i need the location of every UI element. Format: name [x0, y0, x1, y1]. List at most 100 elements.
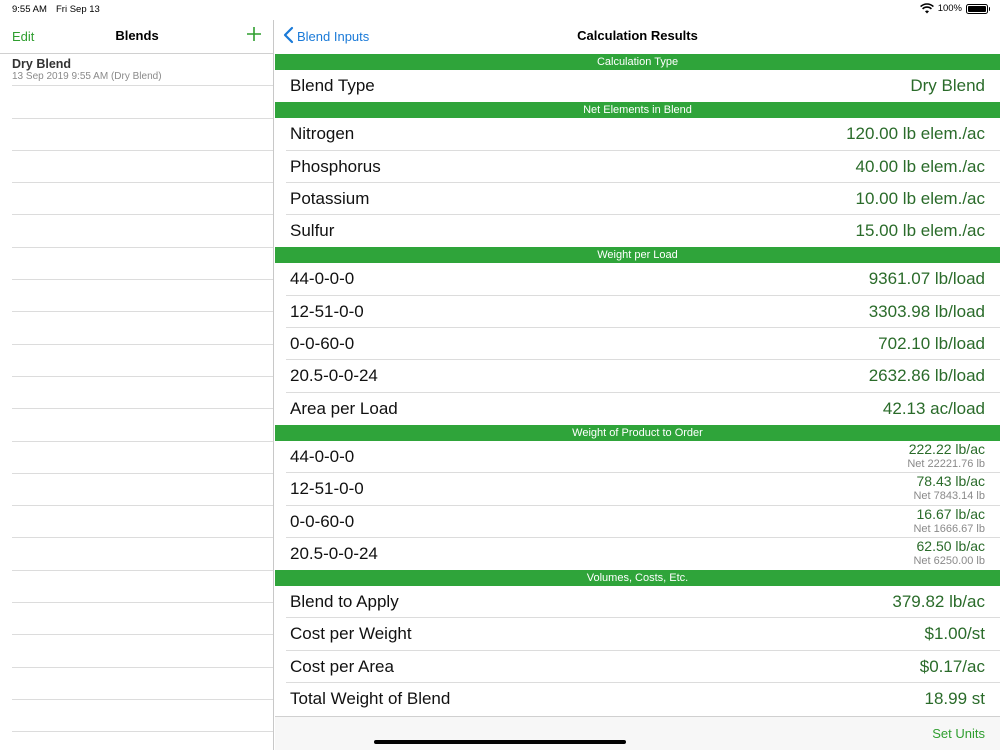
- row-label: 12-51-0-0: [290, 479, 364, 499]
- list-item[interactable]: Dry Blend 13 Sep 2019 9:55 AM (Dry Blend…: [12, 54, 273, 87]
- blend-subtitle: 13 Sep 2019 9:55 AM (Dry Blend): [12, 71, 162, 82]
- wifi-icon: [919, 3, 934, 14]
- row-label: Area per Load: [290, 398, 398, 418]
- row-label: Potassium: [290, 188, 370, 208]
- table-row: Blend Type Dry Blend: [286, 70, 1000, 102]
- table-row: 0-0-60-0 702.10 lb/load: [286, 328, 1000, 361]
- row-value: 379.82 lb/ac: [892, 592, 985, 612]
- row-value: $1.00/st: [924, 624, 986, 644]
- row-net-value: Net 7843.14 lb: [913, 490, 985, 503]
- table-row: 12-51-0-0 78.43 lb/ac Net 7843.14 lb: [286, 473, 1000, 506]
- empty-list-row: [12, 668, 273, 700]
- plus-icon[interactable]: [245, 25, 263, 43]
- row-label: Sulfur: [290, 221, 335, 241]
- table-row: 44-0-0-0 222.22 lb/ac Net 22221.76 lb: [286, 441, 1000, 474]
- row-value: 78.43 lb/ac: [916, 473, 986, 490]
- set-units-button[interactable]: Set Units: [932, 726, 985, 741]
- row-value: 18.99 st: [924, 689, 986, 709]
- status-time: 9:55 AM: [12, 4, 47, 15]
- empty-list-row: [12, 119, 273, 151]
- empty-list-row: [12, 571, 273, 604]
- row-label: Total Weight of Blend: [290, 689, 451, 709]
- table-row: Sulfur 15.00 lb elem./ac: [286, 215, 1000, 247]
- row-label: Blend Type: [290, 76, 375, 95]
- results-table: Calculation Type Blend Type Dry Blend Net E…: [275, 54, 1000, 715]
- empty-list-row: [12, 86, 273, 119]
- empty-list-row: [12, 442, 273, 474]
- row-value: 16.67 lb/ac: [916, 505, 986, 522]
- status-bar: 9:55 AM Fri Sep 13 100%: [0, 0, 1000, 20]
- table-row: 44-0-0-0 9361.07 lb/load: [286, 263, 1000, 296]
- table-row: Nitrogen 120.00 lb elem./ac: [286, 118, 1000, 151]
- row-value: 62.50 lb/ac: [916, 537, 986, 554]
- master-nav-bar: Edit Blends: [0, 20, 273, 54]
- row-label: 12-51-0-0: [290, 301, 364, 321]
- row-label: 44-0-0-0: [290, 446, 355, 466]
- row-net-value: Net 22221.76 lb: [907, 457, 985, 470]
- battery-percent: 100%: [937, 3, 962, 14]
- empty-list-row: [12, 700, 273, 733]
- row-value: Dry Blend: [910, 76, 985, 95]
- table-row: Potassium 10.00 lb elem./ac: [286, 183, 1000, 216]
- row-label: 20.5-0-0-24: [290, 543, 378, 563]
- row-label: 0-0-60-0: [290, 511, 355, 531]
- empty-list-row: [12, 280, 273, 313]
- table-row: Total Weight of Blend 18.99 st: [286, 683, 1000, 715]
- table-row: 20.5-0-0-24 2632.86 lb/load: [286, 360, 1000, 393]
- row-label: 0-0-60-0: [290, 334, 355, 354]
- section-header: Calculation Type: [275, 54, 1000, 70]
- table-row: 20.5-0-0-24 62.50 lb/ac Net 6250.00 lb: [286, 538, 1000, 570]
- section-header: Volumes, Costs, Etc.: [275, 570, 1000, 587]
- section-header: Weight per Load: [275, 247, 1000, 264]
- row-value: 702.10 lb/load: [878, 334, 985, 354]
- empty-list-row: [12, 183, 273, 216]
- empty-list-row: [12, 506, 273, 539]
- row-net-value: Net 6250.00 lb: [913, 554, 985, 567]
- master-pane: Edit Blends Dry Blend 13 Sep 2019 9:55 A…: [0, 20, 274, 750]
- row-label: Phosphorus: [290, 156, 381, 176]
- detail-pane: Blend Inputs Calculation Results Calcula…: [275, 20, 1000, 750]
- empty-list-row: [12, 474, 273, 507]
- row-label: 44-0-0-0: [290, 269, 355, 289]
- row-value: 2632.86 lb/load: [868, 366, 985, 386]
- table-row: Cost per Weight $1.00/st: [286, 618, 1000, 651]
- page-title: Calculation Results: [577, 28, 698, 43]
- row-label: Cost per Area: [290, 656, 394, 676]
- row-label: Nitrogen: [290, 124, 355, 144]
- empty-rows: [0, 86, 273, 733]
- row-value: 40.00 lb elem./ac: [855, 156, 985, 176]
- empty-list-row: [12, 151, 273, 184]
- blend-name: Dry Blend: [12, 57, 72, 71]
- empty-list-row: [12, 635, 273, 668]
- row-label: Blend to Apply: [290, 592, 399, 612]
- row-label: 20.5-0-0-24: [290, 366, 378, 386]
- empty-list-row: [12, 345, 273, 377]
- row-value: $0.17/ac: [919, 656, 985, 676]
- empty-list-row: [12, 409, 273, 442]
- table-row: 12-51-0-0 3303.98 lb/load: [286, 296, 1000, 329]
- row-value: 3303.98 lb/load: [868, 301, 985, 321]
- empty-list-row: [12, 312, 273, 345]
- bottom-toolbar: Set Units: [275, 716, 1000, 750]
- row-value: 42.13 ac/load: [882, 398, 985, 418]
- battery-fill: [968, 5, 986, 12]
- row-value: 15.00 lb elem./ac: [855, 221, 985, 241]
- row-value: 10.00 lb elem./ac: [855, 188, 985, 208]
- table-row: Phosphorus 40.00 lb elem./ac: [286, 151, 1000, 183]
- status-right: 100%: [919, 3, 990, 14]
- empty-list-row: [12, 538, 273, 571]
- section-header: Net Elements in Blend: [275, 102, 1000, 119]
- empty-list-row: [12, 603, 273, 636]
- row-label: Cost per Weight: [290, 624, 412, 644]
- detail-nav-bar: Blend Inputs Calculation Results: [275, 20, 1000, 54]
- home-indicator: [374, 740, 626, 744]
- battery-icon: [966, 3, 990, 14]
- table-row: Cost per Area $0.17/ac: [286, 651, 1000, 684]
- empty-list-row: [12, 377, 273, 410]
- row-value: 9361.07 lb/load: [868, 269, 985, 289]
- blend-list: Dry Blend 13 Sep 2019 9:55 AM (Dry Blend…: [0, 54, 273, 733]
- status-date: Fri Sep 13: [56, 4, 100, 15]
- empty-list-row: [12, 215, 273, 248]
- master-title: Blends: [115, 28, 159, 43]
- row-net-value: Net 1666.67 lb: [913, 522, 985, 535]
